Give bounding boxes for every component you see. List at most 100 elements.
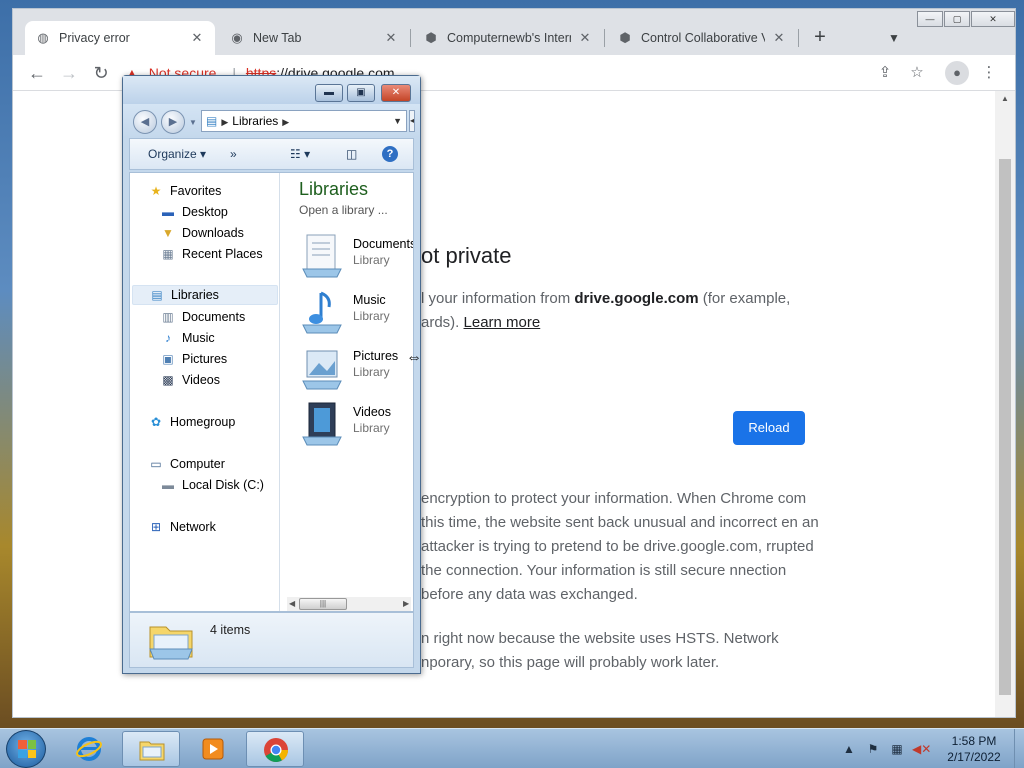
library-videos[interactable]: Videos Library <box>299 399 413 449</box>
clock-date: 2/17/2022 <box>947 750 1001 764</box>
file-pane-hscrollbar[interactable]: ◀ ||| ▶ <box>287 597 411 611</box>
tab-privacy-error[interactable]: ◍ Privacy error ✕ <box>25 21 215 55</box>
show-hidden-icons-icon[interactable]: ▲ <box>840 742 858 756</box>
scroll-right-icon[interactable]: ▶ <box>403 597 409 611</box>
tab-search-icon[interactable]: ▼ <box>883 27 905 49</box>
show-desktop-button[interactable] <box>1014 729 1024 768</box>
explorer-forward-icon[interactable]: ▶ <box>161 110 185 134</box>
profile-avatar-icon[interactable]: ● <box>945 61 969 85</box>
explorer-titlebar[interactable]: ▬ ▣ ✕ <box>123 76 420 104</box>
tab-new-tab[interactable]: ◉ New Tab ✕ <box>219 21 409 55</box>
tab-label: Privacy error <box>59 31 130 45</box>
clock-time: 1:58 PM <box>951 734 997 748</box>
more-commands-button[interactable]: » <box>230 139 237 169</box>
close-window-button[interactable]: ✕ <box>971 11 1015 27</box>
hscroll-thumb[interactable]: ||| <box>299 598 347 610</box>
taskbar-media-player[interactable] <box>184 731 242 767</box>
address-breadcrumb: Libraries <box>232 114 279 128</box>
address-dropdown-icon[interactable]: ▼ <box>393 111 402 131</box>
nav-label: Downloads <box>182 226 244 240</box>
bookmark-star-icon[interactable]: ☆ <box>907 63 927 83</box>
disk-icon: ▬ <box>162 478 174 492</box>
back-icon[interactable]: ← <box>25 61 49 85</box>
taskbar-chrome[interactable] <box>246 731 304 767</box>
new-tab-button[interactable]: + <box>807 25 833 51</box>
menu-kebab-icon[interactable]: ⋮ <box>979 63 999 83</box>
reload-icon[interactable]: ↻ <box>89 61 113 85</box>
page-scrollbar[interactable]: ▲ <box>995 91 1015 717</box>
minimize-button[interactable]: — <box>917 11 943 27</box>
internet-explorer-icon <box>76 737 102 761</box>
scroll-left-icon[interactable]: ◀ <box>289 597 295 611</box>
library-type: Library <box>353 309 390 323</box>
nav-downloads[interactable]: ▼ Downloads <box>160 223 244 243</box>
nav-recent-places[interactable]: ▦ Recent Places <box>160 244 262 264</box>
start-button[interactable] <box>6 730 46 768</box>
tab-label: Control Collaborative Vi <box>641 31 765 45</box>
volume-muted-icon[interactable]: ◀✕ <box>912 742 931 756</box>
reload-button[interactable]: Reload <box>733 411 805 445</box>
close-tab-icon[interactable]: ✕ <box>383 30 399 46</box>
pictures-icon: ▣ <box>162 352 174 366</box>
nav-pictures[interactable]: ▣ Pictures <box>160 349 227 369</box>
close-tab-icon[interactable]: ✕ <box>189 30 205 46</box>
recent-pages-icon[interactable]: ▼ <box>189 118 197 127</box>
explorer-back-icon[interactable]: ◀ <box>133 110 157 134</box>
media-player-icon <box>202 738 224 760</box>
libraries-folder-icon: ▤ <box>206 114 218 128</box>
nav-network[interactable]: ⊞ Network <box>148 517 216 537</box>
nav-computer[interactable]: ▭ Computer <box>148 454 225 474</box>
library-name: Music <box>353 293 386 307</box>
nav-label: Desktop <box>182 205 228 219</box>
nav-local-disk[interactable]: ▬ Local Disk (C:) <box>160 475 264 495</box>
nav-documents[interactable]: ▥ Documents <box>160 307 245 327</box>
explorer-maximize-button[interactable]: ▣ <box>347 84 375 102</box>
desktop-icon: ▬ <box>162 205 174 219</box>
close-tab-icon[interactable]: ✕ <box>577 30 593 46</box>
nav-libraries[interactable]: ▤ Libraries <box>132 285 278 305</box>
nav-label: Videos <box>182 373 220 387</box>
change-view-icon[interactable]: ☷ ▾ <box>290 139 310 169</box>
organize-button[interactable]: Organize ▾ <box>148 139 206 169</box>
tab-computernewb[interactable]: ⬢ Computernewb's Interne ✕ <box>413 21 603 55</box>
scroll-up-icon[interactable]: ▲ <box>995 91 1015 107</box>
maximize-button[interactable]: ▢ <box>944 11 970 27</box>
nav-favorites[interactable]: ★ Favorites <box>148 181 222 201</box>
action-center-flag-icon[interactable]: ⚑ <box>864 742 882 756</box>
taskbar-windows-explorer[interactable] <box>122 731 180 767</box>
help-icon[interactable]: ? <box>382 146 398 162</box>
explorer-body: ★ Favorites ▬ Desktop ▼ Downloads ▦ Rece… <box>129 172 414 612</box>
explorer-address-bar[interactable]: ▤ ▶ Libraries ▶ ▼ <box>201 110 407 132</box>
preview-pane-icon[interactable]: ◫ <box>346 139 357 169</box>
library-type: Library <box>353 421 390 435</box>
nav-desktop[interactable]: ▬ Desktop <box>160 202 228 222</box>
library-type: Library <box>353 365 390 379</box>
file-pane: Libraries Open a library ... Documents L… <box>281 173 413 611</box>
close-tab-icon[interactable]: ✕ <box>771 30 787 46</box>
nav-music[interactable]: ♪ Music <box>160 328 215 348</box>
library-pictures[interactable]: Pictures Library <box>299 343 413 393</box>
network-tray-icon[interactable]: ▦ <box>888 742 906 756</box>
taskbar-clock[interactable]: 1:58 PM 2/17/2022 <box>936 733 1012 765</box>
explorer-close-button[interactable]: ✕ <box>381 84 411 102</box>
tab-control-collaborative[interactable]: ⬢ Control Collaborative Vi ✕ <box>607 21 797 55</box>
taskbar: ▲ ⚑ ▦ ◀✕ 1:58 PM 2/17/2022 <box>0 728 1024 768</box>
learn-more-link[interactable]: Learn more <box>464 314 541 331</box>
refresh-icon[interactable]: ◂ <box>409 110 415 132</box>
nav-label: Libraries <box>171 288 219 302</box>
explorer-minimize-button[interactable]: ▬ <box>315 84 343 102</box>
library-documents[interactable]: Documents Library <box>299 231 413 281</box>
nav-videos[interactable]: ▩ Videos <box>160 370 220 390</box>
nav-homegroup[interactable]: ✿ Homegroup <box>148 412 235 432</box>
vm-icon: ⬢ <box>425 30 437 45</box>
library-music[interactable]: Music Library <box>299 287 413 337</box>
library-pane-subtitle: Open a library ... <box>299 203 388 217</box>
downloads-icon: ▼ <box>162 226 174 240</box>
forward-icon[interactable]: → <box>57 61 81 85</box>
window-controls: — ▢ ✕ <box>917 11 1016 27</box>
share-icon[interactable]: ⇪ <box>875 63 895 83</box>
documents-icon: ▥ <box>162 310 174 324</box>
taskbar-internet-explorer[interactable] <box>60 731 118 767</box>
resize-cursor-icon: ⇔ <box>406 349 422 366</box>
scrollbar-thumb[interactable] <box>999 159 1011 695</box>
